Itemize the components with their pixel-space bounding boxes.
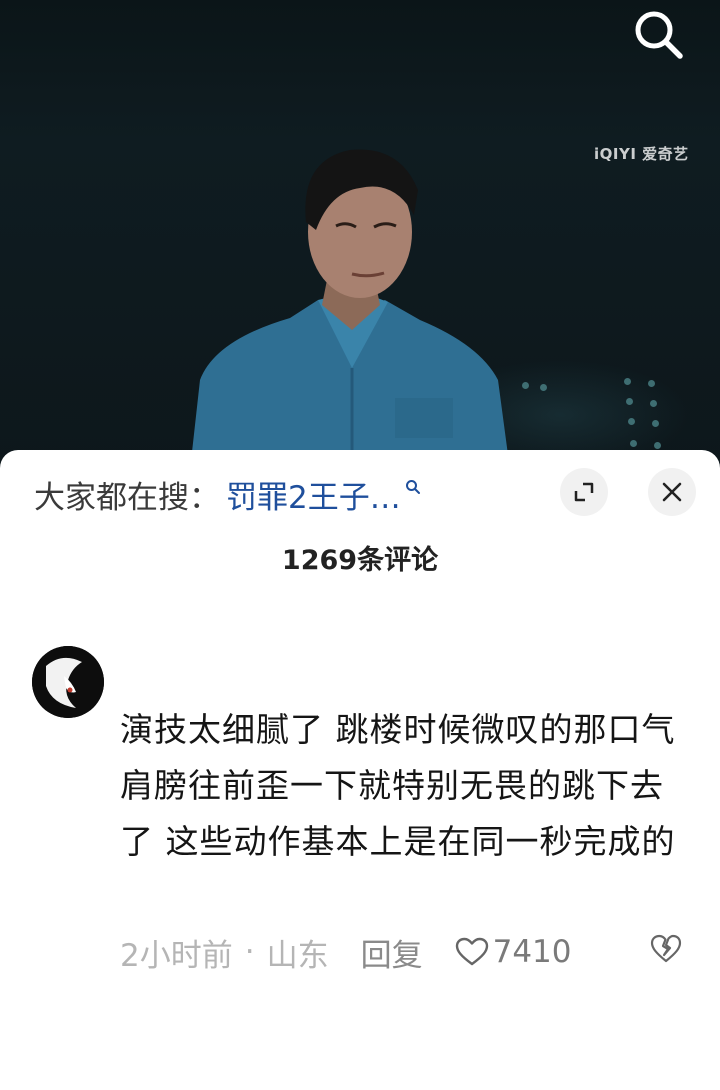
expand-icon (574, 482, 594, 502)
search-icon (635, 11, 683, 59)
close-button[interactable] (648, 468, 696, 516)
video-frame-person (190, 149, 510, 470)
comment-count: 1269条评论 (281, 545, 439, 576)
meta-separator: · (244, 934, 255, 970)
search-button[interactable] (626, 6, 690, 62)
hot-search-bar: 大家都在搜： 罚罪2王子… (34, 472, 421, 516)
broken-heart-icon (650, 934, 682, 963)
hot-search-query-link[interactable]: 罚罪2王子… (226, 472, 401, 517)
iqiyi-watermark: iQIYI 爱奇艺 (594, 145, 689, 163)
comment-time: 2小时前 (120, 937, 233, 974)
dislike-button[interactable] (650, 934, 682, 972)
reply-button[interactable]: 回复 (361, 930, 423, 975)
comment-location: 山东 (266, 937, 329, 974)
video-player[interactable]: iQIYI 爱奇艺 (0, 0, 720, 470)
avatar-image (32, 646, 104, 718)
magnifier-small-icon (405, 480, 420, 494)
like-button[interactable]: 7410 (455, 934, 572, 970)
expand-button[interactable] (560, 468, 608, 516)
like-count: 7410 (492, 934, 572, 970)
avatar[interactable] (32, 646, 104, 718)
hot-search-label: 大家都在搜： (34, 479, 220, 516)
comment-meta: 2小时前 · 山东 回复 7410 (120, 930, 700, 974)
comment-text: 演技太细腻了 跳楼时候微叹的那口气 肩膀往前歪一下就特别无畏的跳下去了 这些动作… (120, 710, 676, 861)
heart-icon (455, 937, 488, 966)
close-icon (662, 482, 682, 502)
comment-sheet: 大家都在搜： 罚罪2王子… 1269条评论 演技太细腻了 跳楼时候微叹的那口气 … (0, 450, 720, 1090)
